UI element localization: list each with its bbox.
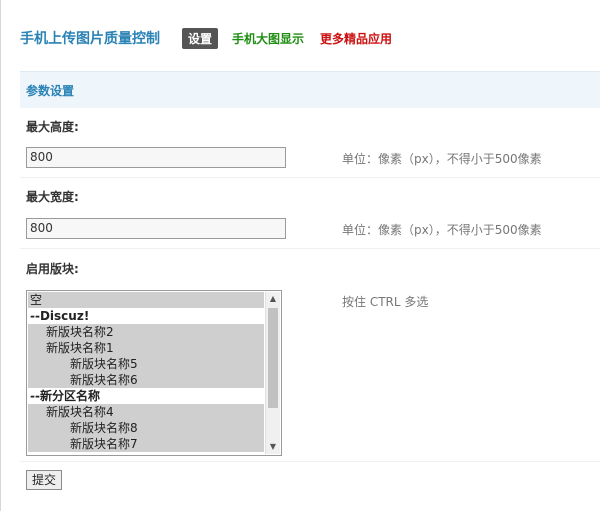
forums-multiselect[interactable]: 空 --Discuz! 新版块名称2 新版块名称1 新版块名称5 新版块名称6 --新分区名… [26, 290, 282, 456]
submit-button[interactable]: 提交 [26, 470, 63, 490]
forum-option[interactable]: 新版块名称6 [28, 372, 264, 388]
tab-large-image-display[interactable]: 手机大图显示 [232, 30, 304, 47]
tab-more-apps[interactable]: 更多精品应用 [320, 30, 392, 47]
forum-option[interactable]: 新版块名称1 [28, 340, 264, 356]
section-title: 参数设置 [26, 84, 75, 98]
max-height-input[interactable]: 800 [26, 147, 286, 168]
forum-option[interactable]: 新版块名称8 [28, 420, 264, 436]
row-divider [20, 177, 600, 178]
app-title: 手机上传图片质量控制 [20, 31, 160, 47]
scrollbar-thumb[interactable] [268, 308, 278, 408]
row-divider [20, 461, 600, 462]
max-width-label: 最大宽度: [26, 190, 79, 204]
plugin-header: 手机上传图片质量控制 设置 手机大图显示 更多精品应用 [20, 25, 600, 51]
tab-settings[interactable]: 设置 [182, 27, 219, 49]
max-width-hint: 单位：像素（px），不得小于500像素 [342, 223, 542, 237]
left-border [0, 0, 1, 511]
max-height-label: 最大高度: [26, 120, 79, 134]
section-header: 参数设置 [20, 71, 600, 108]
forum-group-option[interactable]: --Discuz! [28, 308, 264, 324]
forum-option[interactable]: 空 [28, 292, 264, 308]
forum-group-option[interactable]: --新分区名称 [28, 388, 264, 404]
forum-option[interactable]: 新版块名称4 [28, 404, 264, 420]
max-width-input[interactable]: 800 [26, 218, 286, 239]
listbox-scrollbar[interactable]: ▲ ▼ [265, 292, 280, 454]
forum-option[interactable]: 新版块名称2 [28, 324, 264, 340]
row-divider [20, 248, 600, 249]
forum-option[interactable]: 新版块名称7 [28, 436, 264, 452]
max-height-hint: 单位：像素（px），不得小于500像素 [342, 152, 542, 166]
scroll-up-arrow-icon[interactable]: ▲ [266, 292, 280, 306]
scroll-down-arrow-icon[interactable]: ▼ [266, 440, 280, 454]
forums-label: 启用版块: [26, 262, 79, 276]
forum-option[interactable]: 新版块名称5 [28, 356, 264, 372]
forums-option-list: 空 --Discuz! 新版块名称2 新版块名称1 新版块名称5 新版块名称6 --新分区名… [28, 292, 264, 452]
forums-hint: 按住 CTRL 多选 [342, 295, 429, 309]
